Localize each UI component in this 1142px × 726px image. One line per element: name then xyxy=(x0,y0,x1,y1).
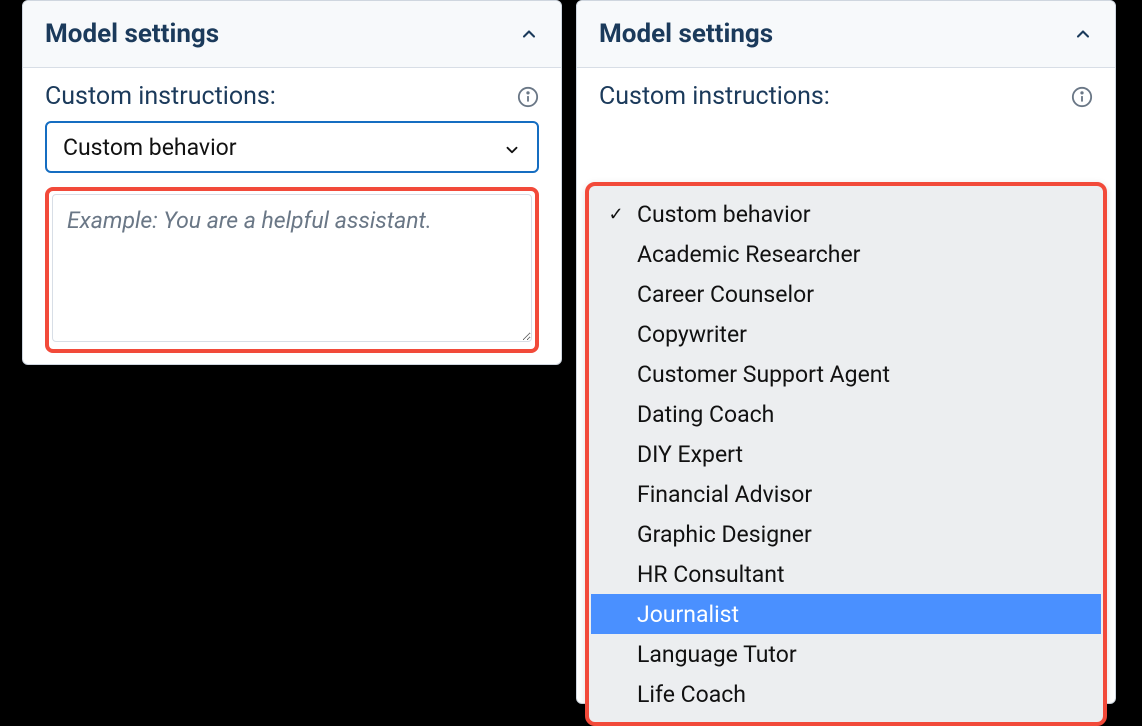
custom-instructions-select[interactable]: Custom behavior xyxy=(45,121,539,173)
dropdown-item[interactable]: Life Coach xyxy=(591,674,1101,714)
dropdown-item-label: Academic Researcher xyxy=(605,241,860,268)
dropdown-item-label: Career Counselor xyxy=(605,281,814,308)
dropdown-item[interactable]: Copywriter xyxy=(591,314,1101,354)
dropdown-item[interactable]: Dating Coach xyxy=(591,394,1101,434)
dropdown-item-label: Financial Advisor xyxy=(605,481,812,508)
custom-instructions-label-row: Custom instructions: xyxy=(599,82,1093,111)
custom-instructions-dropdown-list[interactable]: ✓ Custom behavior Academic Researcher Caree… xyxy=(591,188,1101,720)
dropdown-item[interactable]: Language Tutor xyxy=(591,634,1101,674)
model-settings-body: Custom instructions: xyxy=(577,68,1115,698)
dropdown-item-label: Customer Support Agent xyxy=(605,361,890,388)
dropdown-item-label: HR Consultant xyxy=(605,561,784,588)
model-settings-panel-collapsed-dropdown: Model settings Custom instructions: Cust… xyxy=(22,0,562,365)
model-settings-body: Custom instructions: Custom behavior xyxy=(23,68,561,371)
dropdown-item[interactable]: Career Counselor xyxy=(591,274,1101,314)
custom-instructions-textarea[interactable] xyxy=(52,194,532,342)
collapse-chevron-icon[interactable] xyxy=(1073,24,1093,44)
model-settings-title: Model settings xyxy=(599,19,773,49)
dropdown-item-label: Dating Coach xyxy=(605,401,774,428)
custom-instructions-label-row: Custom instructions: xyxy=(45,82,539,111)
custom-instructions-textarea-highlight xyxy=(45,187,539,353)
dropdown-item-label: Journalist xyxy=(605,601,739,628)
dropdown-item[interactable]: Graphic Designer xyxy=(591,514,1101,554)
dropdown-item[interactable]: Journalist xyxy=(591,594,1101,634)
dropdown-item[interactable]: DIY Expert xyxy=(591,434,1101,474)
dropdown-item[interactable]: HR Consultant xyxy=(591,554,1101,594)
dropdown-item-label: DIY Expert xyxy=(605,441,743,468)
dropdown-item[interactable]: ✓ Custom behavior xyxy=(591,194,1101,234)
model-settings-title: Model settings xyxy=(45,19,219,49)
model-settings-panel-open-dropdown: Model settings Custom instructions: xyxy=(576,0,1116,704)
dropdown-item-label: Graphic Designer xyxy=(605,521,812,548)
model-settings-header: Model settings xyxy=(577,1,1115,68)
collapse-chevron-icon[interactable] xyxy=(519,24,539,44)
dropdown-item-label: Language Tutor xyxy=(605,641,797,668)
chevron-down-icon xyxy=(503,138,521,156)
dropdown-item[interactable]: Customer Support Agent xyxy=(591,354,1101,394)
dropdown-item-label: Custom behavior xyxy=(633,201,811,228)
dropdown-item-label: Life Coach xyxy=(605,681,746,708)
dropdown-item-label: Copywriter xyxy=(605,321,747,348)
custom-instructions-dropdown-highlight: ✓ Custom behavior Academic Researcher Caree… xyxy=(585,182,1107,726)
check-icon: ✓ xyxy=(605,204,627,225)
info-icon[interactable] xyxy=(1071,86,1093,108)
info-icon[interactable] xyxy=(517,86,539,108)
custom-instructions-label: Custom instructions: xyxy=(45,82,276,111)
model-settings-header: Model settings xyxy=(23,1,561,68)
dropdown-item[interactable]: Financial Advisor xyxy=(591,474,1101,514)
select-value: Custom behavior xyxy=(63,134,237,161)
dropdown-item[interactable]: Academic Researcher xyxy=(591,234,1101,274)
custom-instructions-label: Custom instructions: xyxy=(599,82,830,111)
